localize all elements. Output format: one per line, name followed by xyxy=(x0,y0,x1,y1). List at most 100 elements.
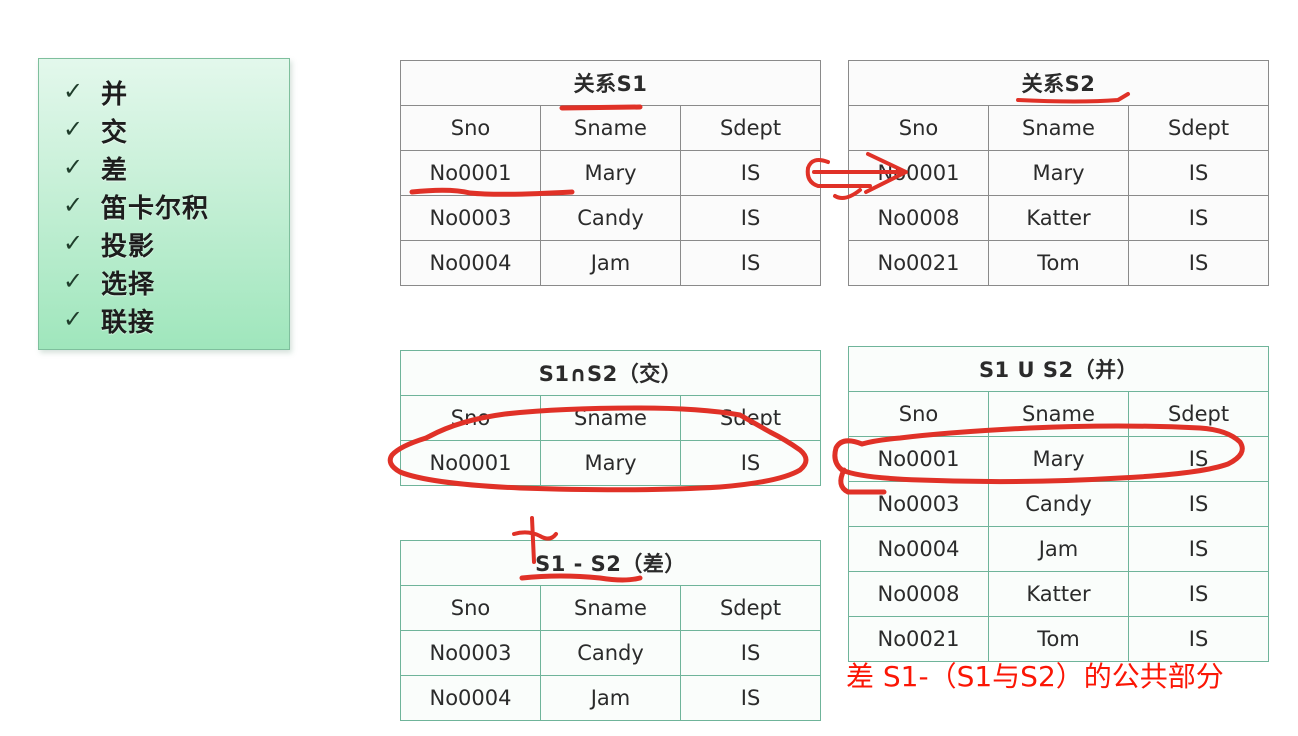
table-title: S1∩S2（交） xyxy=(399,350,822,396)
table-row: No0008 Katter IS xyxy=(848,571,1270,617)
cell-sno: No0001 xyxy=(848,436,989,482)
cell-sno: No0001 xyxy=(400,150,541,196)
cell-sno: No0003 xyxy=(848,481,989,527)
checklist-item-label: 并 xyxy=(101,79,129,110)
table-title-row: 关系S1 xyxy=(399,60,822,106)
cell-sname: Candy xyxy=(540,630,681,676)
check-icon: ✓ xyxy=(63,268,84,295)
column-header-sno: Sno xyxy=(400,105,541,151)
list-item: ✓ 选择 xyxy=(39,263,289,301)
cell-sname: Candy xyxy=(988,481,1129,527)
cell-sdept: IS xyxy=(1127,150,1270,196)
cell-sname: Katter xyxy=(988,195,1129,241)
intersection-table: S1∩S2（交） Sno Sname Sdept No0001 Mary IS xyxy=(399,350,822,486)
cell-sno: No0008 xyxy=(848,571,989,617)
checklist-item-label: 选择 xyxy=(101,269,156,300)
checklist-item-label: 笛卡尔积 xyxy=(101,193,210,224)
cell-sname: Jam xyxy=(988,526,1129,572)
column-header-sno: Sno xyxy=(848,105,989,151)
list-item: ✓ 投影 xyxy=(39,225,289,263)
column-header-sname: Sname xyxy=(540,395,681,441)
column-header-sdept: Sdept xyxy=(1127,105,1270,151)
cell-sdept: IS xyxy=(1127,195,1270,241)
cell-sno: No0008 xyxy=(848,195,989,241)
list-item: ✓ 交 xyxy=(39,111,289,149)
list-item: ✓ 联接 xyxy=(39,301,289,339)
table-header-row: Sno Sname Sdept xyxy=(400,395,822,441)
table-title-row: S1∩S2（交） xyxy=(399,350,822,396)
cell-sno: No0001 xyxy=(848,150,989,196)
table-header-row: Sno Sname Sdept xyxy=(848,391,1270,437)
difference-table: S1 - S2（差） Sno Sname Sdept No0003 Candy … xyxy=(399,540,822,721)
operations-checklist-panel: ✓ 并 ✓ 交 ✓ 差 ✓ 笛卡尔积 ✓ 投影 ✓ 选择 ✓ 联接 xyxy=(38,58,290,350)
table-title: 关系S1 xyxy=(399,60,822,106)
cell-sname: Mary xyxy=(540,440,681,486)
cell-sname: Mary xyxy=(988,150,1129,196)
column-header-sname: Sname xyxy=(988,391,1129,437)
table-row: No0001 Mary IS xyxy=(400,150,822,196)
checklist-item-label: 联接 xyxy=(101,307,156,338)
column-header-sno: Sno xyxy=(400,395,541,441)
column-header-sname: Sname xyxy=(540,585,681,631)
table-title-row: S1 U S2（并） xyxy=(847,346,1270,392)
table-row: No0004 Jam IS xyxy=(848,526,1270,572)
check-icon: ✓ xyxy=(63,230,84,257)
table-row: No0021 Tom IS xyxy=(848,240,1270,286)
cell-sname: Jam xyxy=(540,675,681,721)
cell-sname: Candy xyxy=(540,195,681,241)
check-icon: ✓ xyxy=(63,78,84,105)
cell-sdept: IS xyxy=(679,150,822,196)
relation-s1-table: 关系S1 Sno Sname Sdept No0001 Mary IS No00… xyxy=(399,60,822,286)
cell-sname: Tom xyxy=(988,240,1129,286)
column-header-sname: Sname xyxy=(988,105,1129,151)
table-row: No0004 Jam IS xyxy=(400,675,822,721)
table-row: No0003 Candy IS xyxy=(848,481,1270,527)
cell-sno: No0004 xyxy=(400,675,541,721)
relation-s2-table: 关系S2 Sno Sname Sdept No0001 Mary IS No00… xyxy=(847,60,1270,286)
cell-sno: No0001 xyxy=(400,440,541,486)
check-icon: ✓ xyxy=(63,306,84,333)
cell-sno: No0003 xyxy=(400,630,541,676)
check-icon: ✓ xyxy=(63,192,84,219)
table-title-row: S1 - S2（差） xyxy=(399,540,822,586)
cell-sname: Jam xyxy=(540,240,681,286)
cell-sno: No0004 xyxy=(400,240,541,286)
column-header-sdept: Sdept xyxy=(679,585,822,631)
cell-sdept: IS xyxy=(1127,571,1270,617)
column-header-sno: Sno xyxy=(848,391,989,437)
list-item: ✓ 差 xyxy=(39,149,289,187)
cell-sdept: IS xyxy=(1127,481,1270,527)
list-item: ✓ 并 xyxy=(39,73,289,111)
table-header-row: Sno Sname Sdept xyxy=(848,105,1270,151)
column-header-sno: Sno xyxy=(400,585,541,631)
union-table: S1 U S2（并） Sno Sname Sdept No0001 Mary I… xyxy=(847,346,1270,662)
check-icon: ✓ xyxy=(63,154,84,181)
cell-sname: Mary xyxy=(988,436,1129,482)
table-title: 关系S2 xyxy=(847,60,1270,106)
cell-sname: Mary xyxy=(540,150,681,196)
table-row: No0004 Jam IS xyxy=(400,240,822,286)
cell-sno: No0003 xyxy=(400,195,541,241)
cell-sdept: IS xyxy=(1127,240,1270,286)
checklist-item-label: 交 xyxy=(101,117,129,148)
cell-sdept: IS xyxy=(679,440,822,486)
table-row: No0001 Mary IS xyxy=(848,150,1270,196)
red-note-text: 差 S1-（S1与S2）的公共部分 xyxy=(846,660,1224,693)
table-row: No0003 Candy IS xyxy=(400,630,822,676)
cell-sdept: IS xyxy=(679,630,822,676)
column-header-sname: Sname xyxy=(540,105,681,151)
checklist-item-label: 投影 xyxy=(101,231,156,262)
table-title: S1 U S2（并） xyxy=(847,346,1270,392)
cell-sno: No0021 xyxy=(848,240,989,286)
cell-sdept: IS xyxy=(679,240,822,286)
column-header-sdept: Sdept xyxy=(679,105,822,151)
cell-sdept: IS xyxy=(1127,526,1270,572)
cell-sdept: IS xyxy=(1127,436,1270,482)
table-row: No0008 Katter IS xyxy=(848,195,1270,241)
cell-sname: Katter xyxy=(988,571,1129,617)
checklist-item-label: 差 xyxy=(101,155,129,186)
cell-sdept: IS xyxy=(679,195,822,241)
annotation-tick-hook-difference xyxy=(512,530,558,541)
column-header-sdept: Sdept xyxy=(679,395,822,441)
table-title: S1 - S2（差） xyxy=(399,540,822,586)
